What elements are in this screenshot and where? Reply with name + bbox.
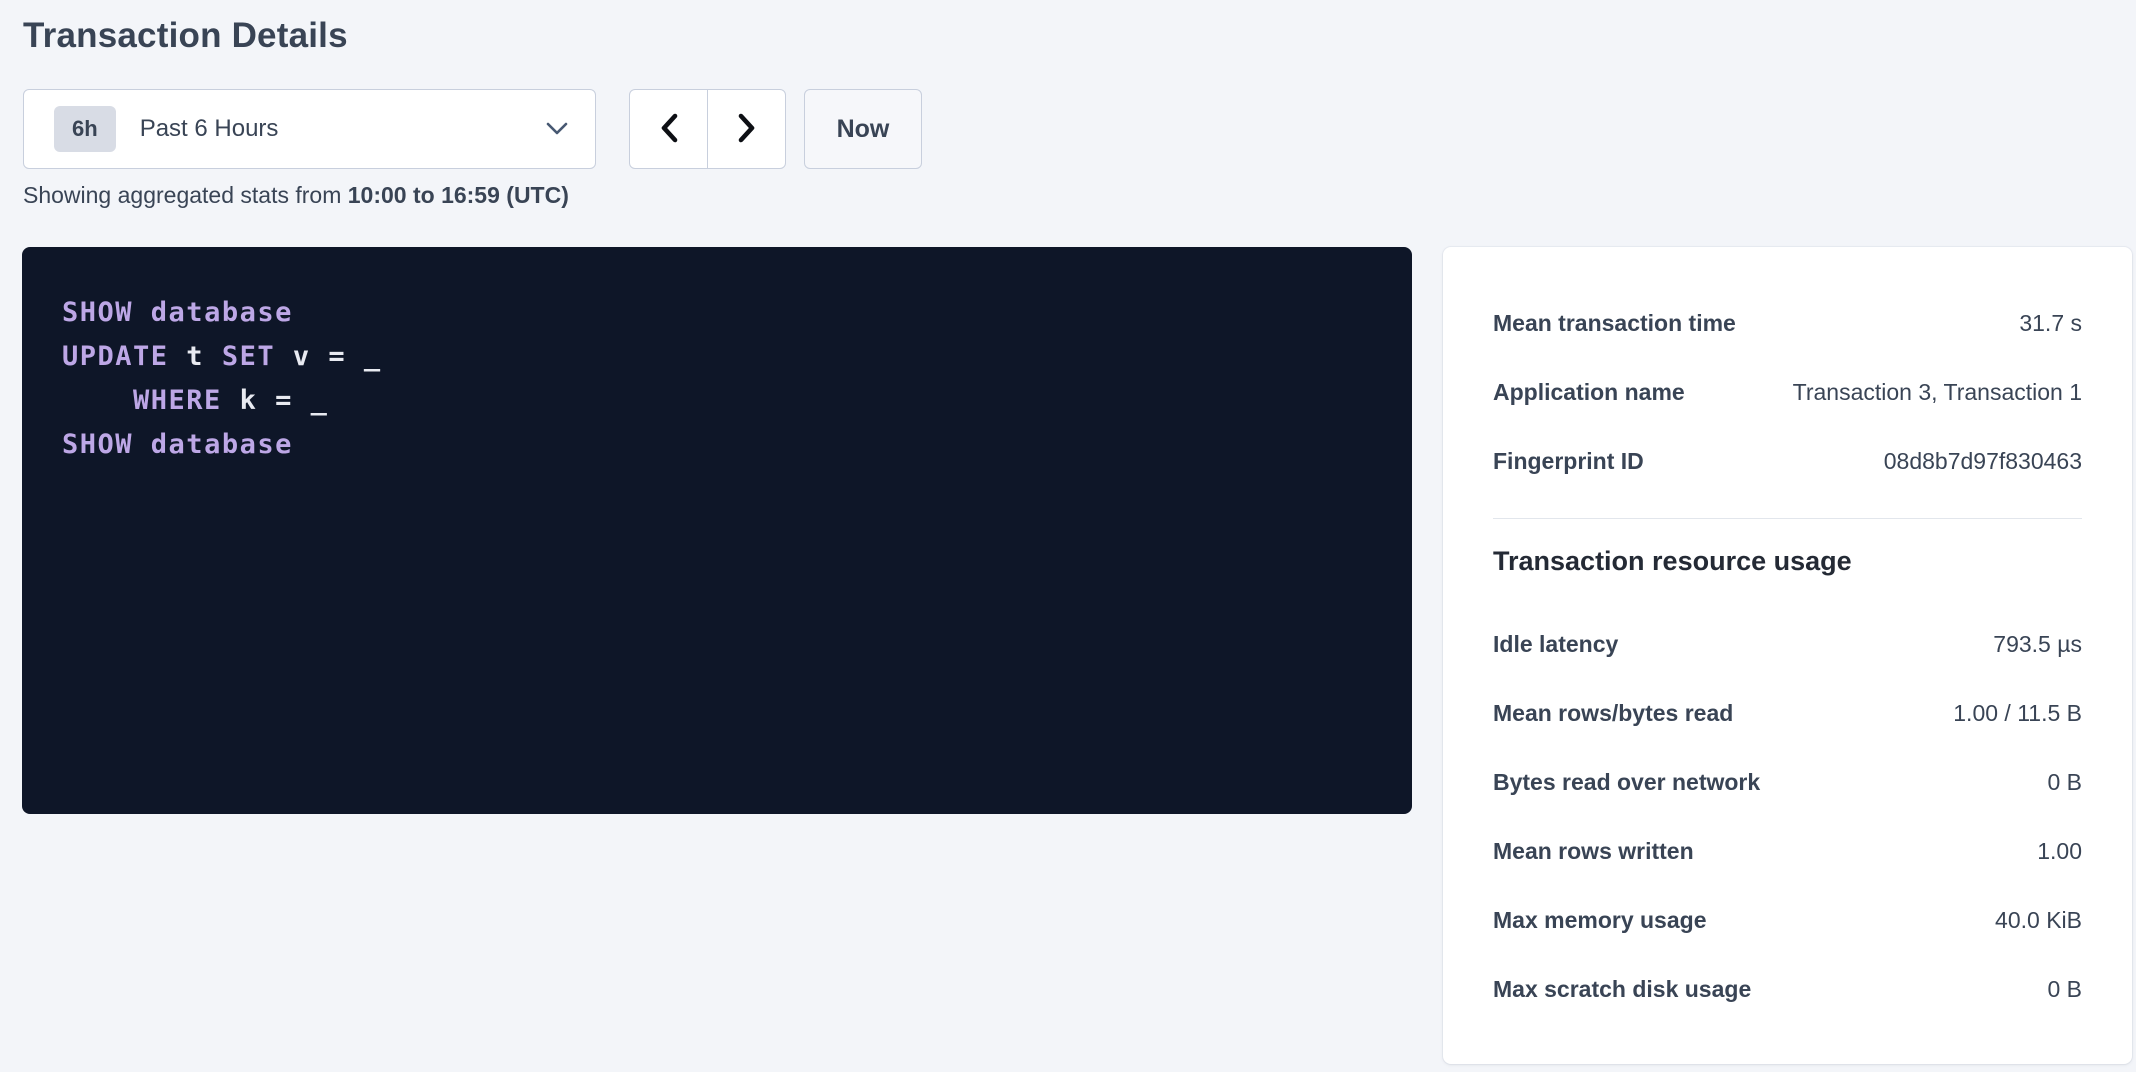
panel-divider: [1493, 518, 2082, 519]
stat-value: 0 B: [2047, 769, 2082, 796]
stat-row: Application name Transaction 3, Transacti…: [1493, 358, 2082, 427]
aggregation-caption: Showing aggregated stats from 10:00 to 1…: [23, 182, 569, 209]
stat-label: Idle latency: [1493, 631, 1618, 658]
stat-row: Mean transaction time 31.7 s: [1493, 289, 2082, 358]
stat-label: Application name: [1493, 379, 1685, 406]
sql-line: UPDATE t SET v = _: [62, 335, 1372, 379]
stat-label: Mean rows/bytes read: [1493, 700, 1733, 727]
stat-value: Transaction 3, Transaction 1: [1793, 379, 2082, 406]
stat-value: 1.00: [2037, 838, 2082, 865]
resource-usage-heading: Transaction resource usage: [1493, 541, 2082, 581]
stat-label: Mean rows written: [1493, 838, 1694, 865]
sql-statement-box: SHOW databaseUPDATE t SET v = _ WHERE k …: [22, 247, 1412, 814]
time-range-badge: 6h: [54, 106, 116, 152]
summary-rows: Mean transaction time 31.7 s Application n…: [1493, 289, 2082, 496]
time-range-label: Past 6 Hours: [140, 115, 279, 143]
resource-rows: Idle latency 793.5 µs Mean rows/bytes read…: [1493, 610, 2082, 1024]
stat-row: Max scratch disk usage 0 B: [1493, 955, 2082, 1024]
chevron-right-icon: [737, 112, 757, 147]
stat-value: 1.00 / 11.5 B: [1953, 700, 2082, 727]
stat-row: Idle latency 793.5 µs: [1493, 610, 2082, 679]
stat-value: 08d8b7d97f830463: [1884, 448, 2082, 475]
time-shift-buttons: [629, 89, 786, 169]
now-button[interactable]: Now: [804, 89, 922, 169]
transaction-details-panel: Mean transaction time 31.7 s Application n…: [1443, 247, 2132, 1064]
caption-range: 10:00 to 16:59 (UTC): [348, 182, 569, 208]
stat-label: Bytes read over network: [1493, 769, 1760, 796]
next-range-button[interactable]: [707, 89, 786, 169]
sql-code: SHOW databaseUPDATE t SET v = _ WHERE k …: [62, 291, 1372, 467]
stat-row: Max memory usage 40.0 KiB: [1493, 886, 2082, 955]
stat-label: Mean transaction time: [1493, 310, 1736, 337]
stat-value: 40.0 KiB: [1995, 907, 2082, 934]
stat-row: Fingerprint ID 08d8b7d97f830463: [1493, 427, 2082, 496]
previous-range-button[interactable]: [629, 89, 708, 169]
time-controls: 6h Past 6 Hours Now: [23, 89, 922, 169]
stat-value: 793.5 µs: [1993, 631, 2082, 658]
stat-value: 31.7 s: [2019, 310, 2082, 337]
stat-row: Bytes read over network 0 B: [1493, 748, 2082, 817]
chevron-down-icon: [545, 121, 569, 137]
stat-label: Fingerprint ID: [1493, 448, 1644, 475]
sql-line: WHERE k = _: [62, 379, 1372, 423]
stat-label: Max memory usage: [1493, 907, 1706, 934]
caption-prefix: Showing aggregated stats from: [23, 182, 348, 208]
sql-line: SHOW database: [62, 423, 1372, 467]
stat-row: Mean rows written 1.00: [1493, 817, 2082, 886]
stat-value: 0 B: [2047, 976, 2082, 1003]
time-range-dropdown[interactable]: 6h Past 6 Hours: [23, 89, 596, 169]
stat-label: Max scratch disk usage: [1493, 976, 1751, 1003]
chevron-left-icon: [659, 112, 679, 147]
sql-line: SHOW database: [62, 291, 1372, 335]
stat-row: Mean rows/bytes read 1.00 / 11.5 B: [1493, 679, 2082, 748]
page-title: Transaction Details: [23, 16, 348, 56]
